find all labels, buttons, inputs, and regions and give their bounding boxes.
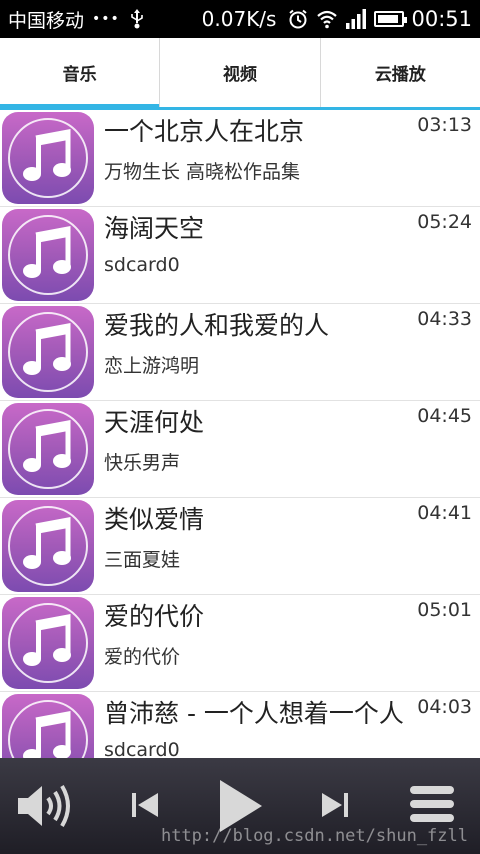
usb-icon bbox=[130, 9, 143, 29]
carrier-label: 中国移动 bbox=[8, 9, 85, 32]
album-art bbox=[2, 112, 94, 204]
music-note-icon bbox=[23, 225, 71, 278]
song-duration: 04:33 bbox=[417, 308, 472, 330]
song-title: 爱我的人和我爱的人 bbox=[104, 311, 330, 340]
signal-icon bbox=[346, 9, 367, 29]
album-art bbox=[2, 500, 94, 592]
song-artist: 恋上游鸿明 bbox=[104, 355, 200, 377]
tab-bar: 音乐 视频 云播放 bbox=[0, 38, 480, 110]
next-button[interactable] bbox=[320, 790, 350, 820]
battery-level bbox=[378, 15, 399, 23]
song-duration: 03:13 bbox=[417, 114, 472, 136]
song-info: 天涯何处 快乐男声 04:45 bbox=[104, 401, 480, 497]
song-duration: 04:03 bbox=[417, 696, 472, 718]
clock: 00:51 bbox=[411, 7, 472, 31]
song-info: 一个北京人在北京 万物生长 高晓松作品集 03:13 bbox=[104, 110, 480, 206]
song-row[interactable]: 爱我的人和我爱的人 恋上游鸿明 04:33 bbox=[0, 304, 480, 401]
song-row[interactable]: 爱的代价 爱的代价 05:01 bbox=[0, 595, 480, 692]
album-art bbox=[2, 597, 94, 689]
watermark-text: http://blog.csdn.net/shun_fzll bbox=[160, 826, 468, 846]
song-duration: 05:24 bbox=[417, 211, 472, 233]
song-duration: 04:45 bbox=[417, 405, 472, 427]
song-info: 类似爱情 三面夏娃 04:41 bbox=[104, 498, 480, 594]
song-title: 曾沛慈 - 一个人想着一个人 bbox=[104, 699, 404, 728]
album-art bbox=[2, 694, 94, 758]
song-title: 爱的代价 bbox=[104, 602, 205, 631]
song-artist: 万物生长 高晓松作品集 bbox=[104, 161, 301, 183]
song-row[interactable]: 一个北京人在北京 万物生长 高晓松作品集 03:13 bbox=[0, 110, 480, 207]
song-row[interactable]: 天涯何处 快乐男声 04:45 bbox=[0, 401, 480, 498]
song-artist: 快乐男声 bbox=[104, 452, 181, 474]
music-note-icon bbox=[23, 322, 71, 375]
next-icon bbox=[322, 793, 348, 817]
music-note-icon bbox=[23, 710, 71, 758]
song-info: 海阔天空 sdcard0 05:24 bbox=[104, 207, 480, 303]
network-speed: 0.07K/s bbox=[201, 7, 277, 31]
menu-icon bbox=[410, 786, 454, 822]
album-art bbox=[2, 403, 94, 495]
song-row[interactable]: 类似爱情 三面夏娃 04:41 bbox=[0, 498, 480, 595]
song-artist: 爱的代价 bbox=[104, 646, 181, 668]
alarm-icon bbox=[289, 9, 308, 29]
song-duration: 04:41 bbox=[417, 502, 472, 524]
song-artist: sdcard0 bbox=[104, 254, 180, 276]
tab-cloud-play[interactable]: 云播放 bbox=[319, 38, 480, 107]
song-list[interactable]: 一个北京人在北京 万物生长 高晓松作品集 03:13 海阔天空 sdcard0 … bbox=[0, 110, 480, 758]
previous-button[interactable] bbox=[130, 790, 160, 820]
song-info: 爱我的人和我爱的人 恋上游鸿明 04:33 bbox=[104, 304, 480, 400]
battery-icon bbox=[374, 11, 408, 27]
song-artist: sdcard0 bbox=[104, 739, 180, 758]
tab-music[interactable]: 音乐 bbox=[0, 38, 160, 110]
previous-icon bbox=[132, 793, 158, 817]
song-title: 天涯何处 bbox=[104, 408, 205, 437]
song-duration: 05:01 bbox=[417, 599, 472, 621]
status-bar: 中国移动 ••• 0.07K/s 00:51 bbox=[0, 0, 480, 38]
song-row[interactable]: 海阔天空 sdcard0 05:24 bbox=[0, 207, 480, 304]
song-info: 爱的代价 爱的代价 05:01 bbox=[104, 595, 480, 691]
wifi-icon bbox=[317, 10, 338, 29]
song-row[interactable]: 曾沛慈 - 一个人想着一个人 sdcard0 04:03 bbox=[0, 692, 480, 758]
album-art bbox=[2, 306, 94, 398]
tab-video[interactable]: 视频 bbox=[159, 38, 319, 107]
player-bar: http://blog.csdn.net/shun_fzll bbox=[0, 758, 480, 854]
volume-icon bbox=[18, 784, 70, 828]
song-artist: 三面夏娃 bbox=[104, 549, 181, 571]
notification-dots: ••• bbox=[92, 11, 120, 27]
song-title: 一个北京人在北京 bbox=[104, 117, 305, 146]
song-info: 曾沛慈 - 一个人想着一个人 sdcard0 04:03 bbox=[104, 692, 480, 758]
album-art bbox=[2, 209, 94, 301]
music-note-icon bbox=[23, 613, 71, 666]
volume-button[interactable] bbox=[14, 778, 76, 834]
music-note-icon bbox=[23, 419, 71, 472]
menu-button[interactable] bbox=[408, 782, 456, 826]
song-title: 海阔天空 bbox=[104, 214, 205, 243]
music-note-icon bbox=[23, 516, 71, 569]
music-note-icon bbox=[23, 128, 71, 181]
song-title: 类似爱情 bbox=[104, 505, 205, 534]
